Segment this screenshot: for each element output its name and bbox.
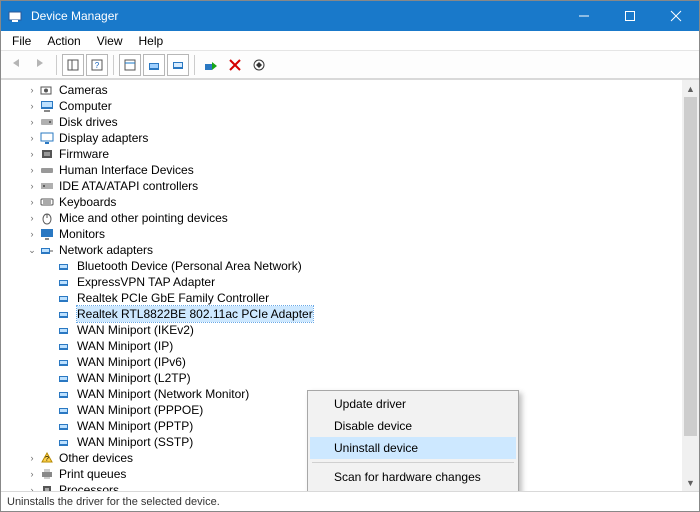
scroll-up-button[interactable]: ▲ <box>682 80 699 97</box>
forward-button[interactable] <box>29 54 51 76</box>
processor-icon <box>39 482 55 491</box>
context-uninstall-device[interactable]: Uninstall device <box>310 437 516 459</box>
tree-item-monitors[interactable]: ›Monitors <box>7 226 682 242</box>
tree-item-net-ip[interactable]: WAN Miniport (IP) <box>7 338 682 354</box>
tree-item-hid[interactable]: ›Human Interface Devices <box>7 162 682 178</box>
svg-text:?: ? <box>95 61 100 70</box>
scan-hardware-button[interactable] <box>167 54 189 76</box>
network-adapter-icon <box>57 402 73 418</box>
context-separator <box>312 462 514 463</box>
toolbar-separator <box>113 55 114 75</box>
uninstall-device-button[interactable] <box>224 54 246 76</box>
maximize-button[interactable] <box>607 1 653 31</box>
context-update-driver[interactable]: Update driver <box>310 393 516 415</box>
back-button[interactable] <box>5 54 27 76</box>
ide-icon <box>39 178 55 194</box>
tree-item-net-wifi[interactable]: Realtek RTL8822BE 802.11ac PCIe Adapter <box>7 306 682 322</box>
menu-file[interactable]: File <box>5 33 38 49</box>
help-button[interactable]: ? <box>86 54 108 76</box>
display-icon <box>39 130 55 146</box>
network-adapter-icon <box>57 354 73 370</box>
network-adapter-icon <box>57 386 73 402</box>
tree-area: ›Cameras ›Computer ›Disk drives ›Display… <box>1 79 699 491</box>
context-menu: Update driver Disable device Uninstall d… <box>307 390 519 491</box>
tree-item-mice[interactable]: ›Mice and other pointing devices <box>7 210 682 226</box>
mouse-icon <box>39 210 55 226</box>
monitor-icon <box>39 226 55 242</box>
show-hide-console-tree-button[interactable] <box>62 54 84 76</box>
printer-icon <box>39 466 55 482</box>
tree-item-net-ipv6[interactable]: WAN Miniport (IPv6) <box>7 354 682 370</box>
context-disable-device[interactable]: Disable device <box>310 415 516 437</box>
network-adapter-icon <box>39 242 55 258</box>
menu-action[interactable]: Action <box>40 33 87 49</box>
tree-item-net-l2tp[interactable]: WAN Miniport (L2TP) <box>7 370 682 386</box>
vertical-scrollbar[interactable]: ▲ ▼ <box>682 80 699 491</box>
firmware-icon <box>39 146 55 162</box>
window-title: Device Manager <box>29 9 561 23</box>
tree-item-cameras[interactable]: ›Cameras <box>7 82 682 98</box>
tree-item-net-bluetooth[interactable]: Bluetooth Device (Personal Area Network) <box>7 258 682 274</box>
hid-icon <box>39 162 55 178</box>
close-button[interactable] <box>653 1 699 31</box>
scroll-track[interactable] <box>682 97 699 474</box>
menubar: File Action View Help <box>1 31 699 51</box>
tree-item-net-expressvpn[interactable]: ExpressVPN TAP Adapter <box>7 274 682 290</box>
enable-device-button[interactable] <box>200 54 222 76</box>
tree-item-keyboards[interactable]: ›Keyboards <box>7 194 682 210</box>
network-adapter-icon <box>57 258 73 274</box>
network-adapter-icon <box>57 370 73 386</box>
tree-item-display-adapters[interactable]: ›Display adapters <box>7 130 682 146</box>
toolbar-separator <box>194 55 195 75</box>
network-adapter-icon <box>57 274 73 290</box>
menu-help[interactable]: Help <box>132 33 171 49</box>
tree-item-firmware[interactable]: ›Firmware <box>7 146 682 162</box>
disable-device-button[interactable] <box>248 54 270 76</box>
toolbar: ? <box>1 51 699 79</box>
app-icon <box>1 9 29 23</box>
network-adapter-icon <box>57 434 73 450</box>
tree-item-computer[interactable]: ›Computer <box>7 98 682 114</box>
scroll-down-button[interactable]: ▼ <box>682 474 699 491</box>
titlebar: Device Manager <box>1 1 699 31</box>
tree-item-net-ikev2[interactable]: WAN Miniport (IKEv2) <box>7 322 682 338</box>
context-scan-hardware[interactable]: Scan for hardware changes <box>310 466 516 488</box>
network-adapter-icon <box>57 290 73 306</box>
toolbar-separator <box>56 55 57 75</box>
tree-item-disk-drives[interactable]: ›Disk drives <box>7 114 682 130</box>
menu-view[interactable]: View <box>90 33 130 49</box>
status-bar: Uninstalls the driver for the selected d… <box>1 491 699 511</box>
computer-icon <box>39 98 55 114</box>
minimize-button[interactable] <box>561 1 607 31</box>
disk-icon <box>39 114 55 130</box>
tree-item-net-gbe[interactable]: Realtek PCIe GbE Family Controller <box>7 290 682 306</box>
other-devices-icon: ? <box>39 450 55 466</box>
network-adapter-icon <box>57 418 73 434</box>
network-adapter-icon <box>57 306 73 322</box>
device-manager-window: Device Manager File Action View Help ? <box>0 0 700 512</box>
scroll-thumb[interactable] <box>684 97 697 436</box>
network-adapter-icon <box>57 322 73 338</box>
svg-text:?: ? <box>45 456 49 463</box>
network-adapter-icon <box>57 338 73 354</box>
properties-button[interactable] <box>119 54 141 76</box>
tree-item-ide[interactable]: ›IDE ATA/ATAPI controllers <box>7 178 682 194</box>
update-driver-button[interactable] <box>143 54 165 76</box>
keyboard-icon <box>39 194 55 210</box>
tree-item-network-adapters[interactable]: ⌄Network adapters <box>7 242 682 258</box>
chevron-down-icon[interactable]: ⌄ <box>25 242 39 258</box>
camera-icon <box>39 82 55 98</box>
status-text: Uninstalls the driver for the selected d… <box>7 496 220 508</box>
